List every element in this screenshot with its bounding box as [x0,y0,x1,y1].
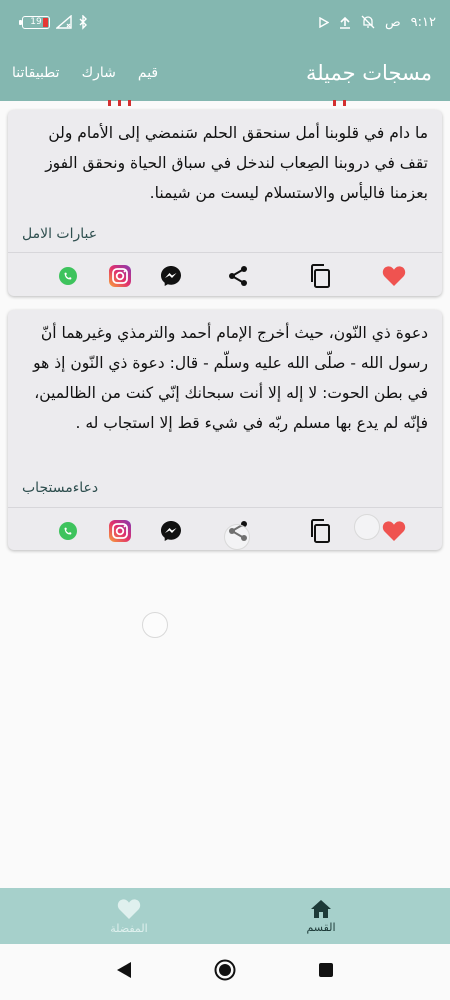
status-right-group: ص ٩:١٢ [319,15,436,30]
home-icon [311,899,331,918]
status-bar: 19 ص ٩:١٢ [0,0,450,44]
app-bar-actions: قيم شارك تطبيقاتنا [12,65,158,81]
recents-icon[interactable] [318,962,334,982]
status-left-group: 19 [19,14,88,30]
our-apps-button[interactable]: تطبيقاتنا [12,65,60,81]
wifi-off-icon [56,15,72,29]
nav-label-favorites: المفضلة [110,921,148,935]
message-text: دعوة ذي النّون، حيث أخرج الإمام أحمد وال… [33,324,428,432]
favorite-heart-icon[interactable] [382,520,406,542]
message-text: ما دام في قلوبنا أمل سنحقق الحلم سَنمضي … [45,124,428,202]
system-navigation-bar [0,944,450,1000]
share-app-button[interactable]: شارك [82,65,116,81]
nav-label-sections: القسم [306,920,336,934]
nav-item-favorites[interactable]: المفضلة [69,888,189,944]
back-icon[interactable] [116,961,132,983]
heart-icon [117,898,141,919]
status-ampm: ص [384,14,401,30]
message-category: دعاءمستجاب [22,480,99,496]
battery-level: 19 [30,17,42,27]
touch-indicator [354,514,380,540]
bluetooth-icon [79,14,87,30]
app-title: مسجات جميلة [305,60,432,85]
copy-icon[interactable] [309,264,331,288]
instagram-icon[interactable] [108,264,132,288]
upload-icon [339,16,350,29]
whatsapp-icon[interactable] [58,266,78,286]
copy-icon[interactable] [309,519,331,543]
share-icon[interactable] [227,265,249,287]
bottom-navigation: القسم المفضلة [0,888,450,944]
battery-icon: 19 [19,15,50,29]
nav-item-sections[interactable]: القسم [261,888,381,944]
app-bar: قيم شارك تطبيقاتنا مسجات جميلة [0,44,450,101]
favorite-heart-icon[interactable] [382,265,406,287]
instagram-icon[interactable] [108,519,132,543]
scroll-indicator-marks [108,100,348,106]
whatsapp-icon[interactable] [58,521,78,541]
message-card: ما دام في قلوبنا أمل سنحقق الحلم سَنمضي … [8,110,442,296]
play-icon [319,16,329,28]
notifications-off-icon [361,15,375,29]
touch-indicator [224,524,250,550]
touch-indicator [142,612,168,638]
message-category: عبارات الامل [22,226,98,242]
messenger-icon[interactable] [160,265,182,287]
messenger-icon[interactable] [160,520,182,542]
rate-button[interactable]: قيم [138,65,158,81]
message-card: دعوة ذي النّون، حيث أخرج الإمام أحمد وال… [8,310,442,550]
card-actions [8,253,442,299]
status-time: ٩:١٢ [410,14,436,30]
home-button-icon[interactable] [214,959,236,985]
